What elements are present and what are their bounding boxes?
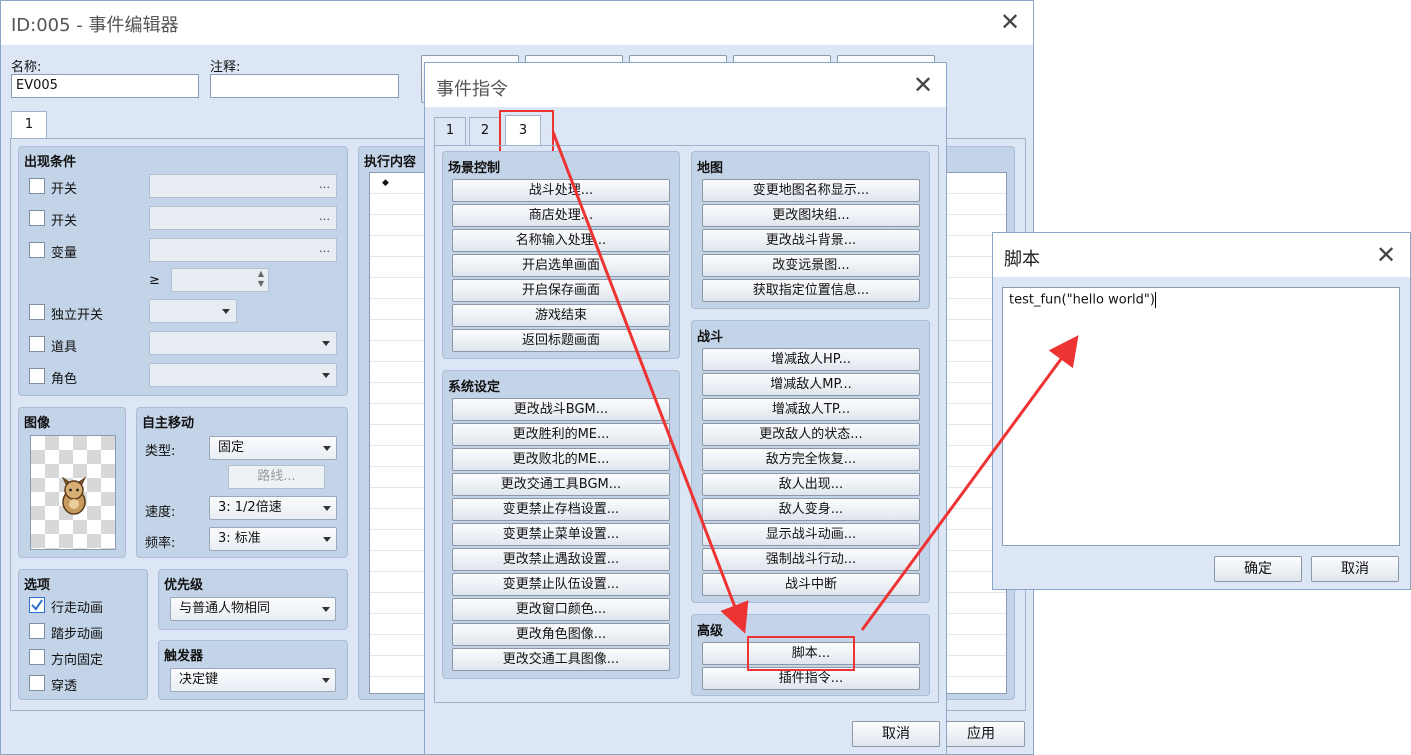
arrow-script-button-to-dialog (860, 335, 1079, 631)
annotation-arrows (551, 131, 1079, 634)
arrow-tab-to-script-button (551, 131, 749, 634)
